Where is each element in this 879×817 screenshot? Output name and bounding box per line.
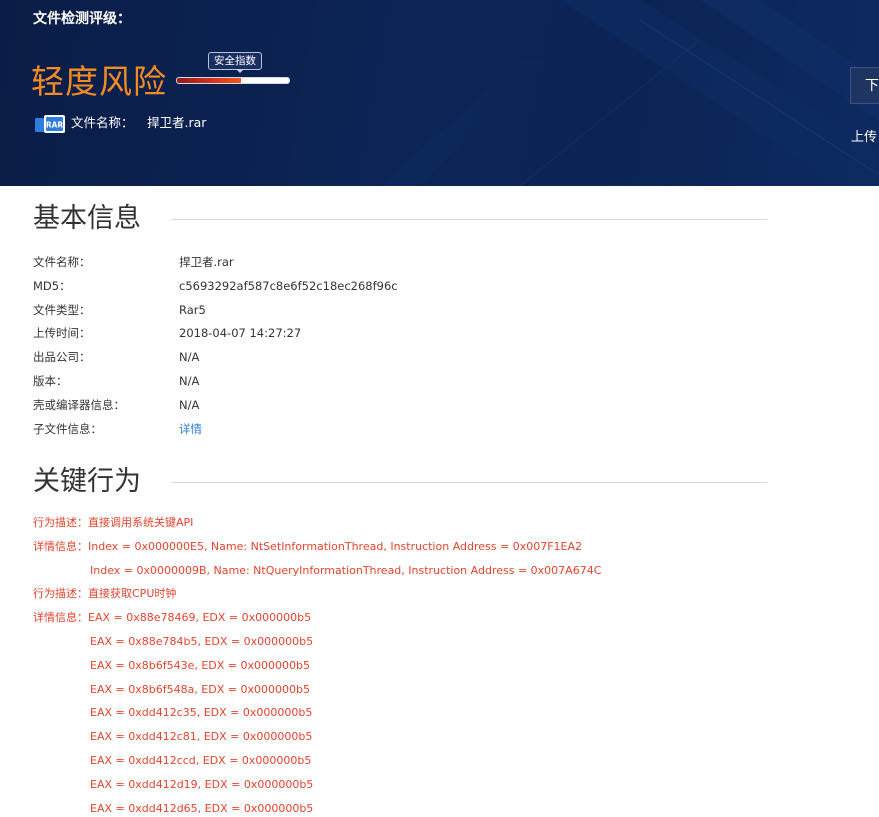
info-key: 出品公司： [33, 350, 91, 364]
safety-index-bar [176, 77, 290, 84]
behavior-detail-line: Index = 0x0000009B, Name: NtQueryInforma… [90, 564, 602, 577]
behavior-detail-line: EAX = 0xdd412c81, EDX = 0x000000b5 [90, 730, 313, 743]
info-key: 子文件信息： [33, 422, 102, 436]
download-button[interactable]: 下 [850, 67, 879, 104]
behavior-description: 行为描述：直接获取CPU时钟 [33, 587, 177, 600]
basic-info-title: 基本信息 [33, 203, 141, 234]
behavior-detail-line: EAX = 0x88e784b5, EDX = 0x000000b5 [90, 635, 314, 648]
caret-down-icon [236, 69, 244, 73]
basic-info-divider [171, 219, 767, 220]
behavior-detail-line: EAX = 0xdd412ccd, EDX = 0x000000b5 [90, 754, 312, 767]
safety-index-fill [177, 78, 241, 83]
info-value: N/A [179, 350, 200, 364]
info-value: c5693292af587c8e6f52c18ec268f96c [179, 279, 398, 293]
risk-level-text: 轻度风险 [31, 62, 167, 101]
key-behavior-title: 关键行为 [33, 466, 141, 497]
file-name-label: 文件名称： [71, 115, 134, 130]
behavior-detail-line: EAX = 0x8b6f543e, EDX = 0x000000b5 [90, 659, 310, 672]
behavior-detail-line: EAX = 0xdd412c35, EDX = 0x000000b5 [90, 706, 313, 719]
safety-index-badge: 安全指数 [208, 52, 262, 70]
file-name-value: 捍卫者.rar [147, 115, 207, 130]
behavior-detail-line: EAX = 0xdd412d65, EDX = 0x000000b5 [90, 802, 314, 815]
info-key: 上传时间： [33, 326, 91, 340]
key-behavior-divider [171, 482, 767, 483]
upload-label: 上传 [851, 130, 878, 145]
info-value: 2018-04-07 14:27:27 [179, 326, 302, 340]
info-key: 文件类型： [33, 303, 91, 317]
rar-icon-label: RAR [46, 121, 64, 130]
behavior-description: 行为描述：直接调用系统关键API [33, 516, 194, 529]
info-key: 壳或编译器信息： [33, 398, 125, 412]
rar-file-icon: RAR [35, 115, 65, 133]
behavior-detail-line: EAX = 0x8b6f548a, EDX = 0x000000b5 [90, 683, 310, 696]
info-key: MD5： [33, 279, 71, 293]
info-value: 捍卫者.rar [179, 255, 234, 269]
rating-label: 文件检测评级： [33, 11, 131, 27]
info-value: N/A [179, 398, 200, 412]
info-value: Rar5 [179, 303, 206, 317]
report-header: 文件检测评级： 轻度风险 安全指数 RAR 文件名称： 捍卫者.rar 下 上传 [0, 0, 879, 186]
behavior-detail-line: 详情信息：Index = 0x000000E5, Name: NtSetInfo… [33, 540, 583, 553]
subfile-details-link[interactable]: 详情 [179, 421, 202, 437]
info-key: 版本： [33, 374, 68, 388]
behavior-detail-line: 详情信息：EAX = 0x88e78469, EDX = 0x000000b5 [33, 611, 312, 624]
behavior-detail-line: EAX = 0xdd412d19, EDX = 0x000000b5 [90, 778, 314, 791]
info-value: N/A [179, 374, 200, 388]
info-key: 文件名称： [33, 255, 91, 269]
